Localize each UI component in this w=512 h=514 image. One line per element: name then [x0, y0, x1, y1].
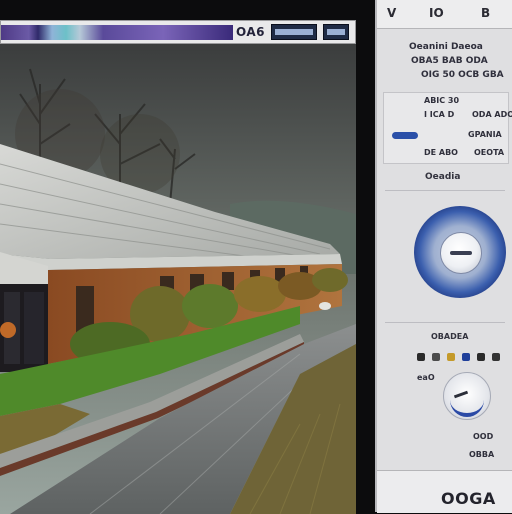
info-line-1: Oeanini Daeoa	[409, 42, 483, 52]
color-swatch[interactable]	[462, 352, 471, 361]
divider	[385, 322, 505, 323]
property-row-left: ABIC 30	[424, 96, 460, 105]
dial-caption-1: OOD	[473, 432, 494, 441]
panel-header: V IO B	[377, 0, 512, 29]
color-swatch[interactable]	[417, 352, 425, 361]
toolbar-code-label: OA6	[236, 25, 266, 39]
color-gradient-bar[interactable]	[1, 25, 233, 40]
toolbar-button[interactable]	[271, 24, 317, 40]
property-row-left: I ICA D	[424, 110, 455, 119]
panel-footer: OOGA	[377, 470, 512, 513]
selection-pill[interactable]	[392, 132, 418, 139]
viewer-toolbar: OA6	[0, 20, 356, 44]
color-swatch[interactable]	[432, 352, 441, 361]
inspector-panel: V IO B Oeanini Daeoa OBA5 BAB ODA OIG 50…	[375, 0, 512, 513]
color-swatch[interactable]	[447, 352, 456, 361]
knob-indicator-icon	[450, 251, 472, 255]
exposure-dial[interactable]	[443, 372, 491, 420]
knob-center	[440, 232, 482, 274]
toolbar-menu-button[interactable]	[323, 24, 349, 40]
section-title-color: OBADEA	[431, 332, 469, 341]
section-title-adjust: Oeadia	[425, 172, 461, 182]
dial-arc	[450, 395, 484, 417]
properties-box: ABIC 30 I ICA D ODA ADO GPANIA DE ABO OE…	[383, 92, 512, 164]
panel-header-right-label[interactable]: B	[481, 6, 490, 20]
property-row-left: DE ABO	[424, 148, 458, 157]
dial-caption-2: OBBA	[469, 450, 495, 459]
swatch-row: eaO	[417, 346, 512, 382]
building-photo	[0, 44, 356, 514]
footer-label: OOGA	[441, 489, 496, 508]
divider	[385, 190, 505, 191]
info-line-2: OBA5 BAB ODA	[411, 56, 488, 66]
property-row-right: GPANIA	[468, 130, 502, 139]
menu-icon	[327, 29, 345, 35]
color-swatch[interactable]	[492, 352, 501, 361]
info-line-3: OIG 50 OCB GBA	[421, 70, 504, 80]
panel-header-mid-label: IO	[429, 6, 444, 20]
property-row-right: OEOTA	[474, 148, 505, 157]
photo-canvas[interactable]	[0, 44, 356, 514]
swatch-label: eaO	[417, 373, 435, 382]
color-swatch[interactable]	[477, 352, 486, 361]
rotation-knob[interactable]	[414, 206, 506, 298]
image-viewer-window: OA6	[0, 20, 356, 514]
property-row-right: ODA ADO	[472, 110, 512, 119]
panel-header-left-label: V	[387, 6, 397, 20]
toolbar-button-icon	[275, 29, 313, 35]
